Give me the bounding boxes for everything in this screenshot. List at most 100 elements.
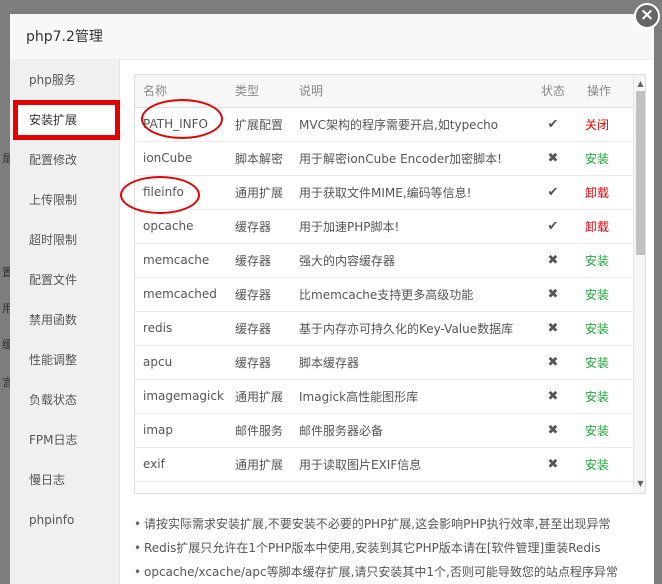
ext-type: 缓存器 <box>227 209 291 244</box>
sidebar-item-label: 负载状态 <box>29 393 78 407</box>
column-header-type: 类型 <box>227 75 291 108</box>
sidebar-item-label: 禁用函数 <box>29 313 78 327</box>
table-row: fileinfo 通用扩展 用于获取文件MIME,编码等信息! ✔ 卸载 <box>135 175 633 210</box>
status-cross-icon: ✖ <box>527 141 579 176</box>
ext-type: 邮件服务 <box>227 413 291 448</box>
ext-name: fileinfo <box>135 175 227 210</box>
sidebar-item-label: 配置文件 <box>29 273 78 287</box>
sidebar-item-timeout-limit[interactable]: 超时限制 <box>10 220 119 260</box>
uninstall-button[interactable]: 卸载 <box>585 220 609 234</box>
ext-desc: 基于内存亦可持久化的Key-Value数据库 <box>291 311 527 346</box>
ext-type: 缓存器 <box>227 277 291 312</box>
table-row: imap 邮件服务 邮件服务器必备 ✖ 安装 <box>135 413 633 448</box>
ext-name: memcached <box>135 277 227 312</box>
sidebar-item-performance[interactable]: 性能调整 <box>10 340 119 380</box>
sidebar-item-label: 上传限制 <box>29 193 78 207</box>
modal-header: php7.2管理 <box>10 14 654 60</box>
tip-item: Redis扩展只允许在1个PHP版本中使用,安装到其它PHP版本请在[软件管理]… <box>134 536 646 560</box>
table-row: ionCube 脚本解密 用于解密ionCube Encoder加密脚本! ✖ … <box>135 141 633 176</box>
ext-type: 缓存器 <box>227 345 291 380</box>
install-button[interactable]: 安装 <box>585 458 609 472</box>
sidebar-item-label: 慢日志 <box>29 473 66 487</box>
column-header-desc: 说明 <box>291 75 527 108</box>
ext-type: 缓存器 <box>227 311 291 346</box>
scroll-up-arrow-icon[interactable]: ▲ <box>634 77 645 91</box>
status-check-icon: ✔ <box>527 175 579 210</box>
sidebar-item-install-extensions[interactable]: 安装扩展 <box>13 100 120 140</box>
extensions-table: 名称 类型 说明 状态 操作 PATH_INFO 扩展配置 MVC架构的程序需要… <box>135 75 633 482</box>
ext-type: 缓存器 <box>227 243 291 278</box>
ext-type: 脚本解密 <box>227 141 291 176</box>
ext-name: memcache <box>135 243 227 278</box>
sidebar-item-slow-log[interactable]: 慢日志 <box>10 460 119 500</box>
column-header-status: 状态 <box>527 75 579 108</box>
sidebar-item-php-service[interactable]: php服务 <box>10 60 119 100</box>
ext-desc: 脚本缓存器 <box>291 345 527 380</box>
sidebar-item-phpinfo[interactable]: phpinfo <box>10 500 119 540</box>
table-row: imagemagick 通用扩展 Imagick高性能图形库 ✖ 安装 <box>135 379 633 414</box>
uninstall-button[interactable]: 卸载 <box>585 186 609 200</box>
sidebar-item-disabled-functions[interactable]: 禁用函数 <box>10 300 119 340</box>
disable-button[interactable]: 关闭 <box>585 118 609 132</box>
scroll-down-arrow-icon[interactable]: ▼ <box>634 477 645 491</box>
ext-desc: 比memcache支持更多高级功能 <box>291 277 527 312</box>
ext-desc: 用于解密ionCube Encoder加密脚本! <box>291 141 527 176</box>
table-row: PATH_INFO 扩展配置 MVC架构的程序需要开启,如typecho ✔ 关… <box>135 107 633 142</box>
status-cross-icon: ✖ <box>527 413 579 448</box>
sidebar-item-label: 配置修改 <box>29 153 78 167</box>
sidebar-item-config-file[interactable]: 配置文件 <box>10 260 119 300</box>
ext-name: apcu <box>135 345 227 380</box>
table-row: memcache 缓存器 强大的内容缓存器 ✖ 安装 <box>135 243 633 278</box>
sidebar-item-label: 性能调整 <box>29 353 78 367</box>
status-cross-icon: ✖ <box>527 311 579 346</box>
install-button[interactable]: 安装 <box>585 322 609 336</box>
ext-name: exif <box>135 447 227 482</box>
tip-item: 请按实际需求安装扩展,不要安装不必要的PHP扩展,这会影响PHP执行效率,甚至出… <box>134 512 646 536</box>
status-check-icon: ✔ <box>527 107 579 142</box>
install-button[interactable]: 安装 <box>585 152 609 166</box>
table-row: redis 缓存器 基于内存亦可持久化的Key-Value数据库 ✖ 安装 <box>135 311 633 346</box>
php-manager-modal: php7.2管理 php服务 安装扩展 配置修改 上传限制 超时限制 配置文件 … <box>10 14 654 584</box>
modal-title: php7.2管理 <box>26 29 103 45</box>
ext-type: 通用扩展 <box>227 175 291 210</box>
ext-desc: Imagick高性能图形库 <box>291 379 527 414</box>
ext-name: imap <box>135 413 227 448</box>
sidebar-item-label: FPM日志 <box>29 433 78 447</box>
ext-name: opcache <box>135 209 227 244</box>
ext-desc: 用于加速PHP脚本! <box>291 209 527 244</box>
sidebar-item-fpm-log[interactable]: FPM日志 <box>10 420 119 460</box>
sidebar-item-load-status[interactable]: 负载状态 <box>10 380 119 420</box>
sidebar-item-config-edit[interactable]: 配置修改 <box>10 140 119 180</box>
status-cross-icon: ✖ <box>527 447 579 482</box>
table-row: apcu 缓存器 脚本缓存器 ✖ 安装 <box>135 345 633 380</box>
status-cross-icon: ✖ <box>527 345 579 380</box>
status-cross-icon: ✖ <box>527 243 579 278</box>
extensions-table-container[interactable]: 名称 类型 说明 状态 操作 PATH_INFO 扩展配置 MVC架构的程序需要… <box>134 74 646 494</box>
status-check-icon: ✔ <box>527 209 579 244</box>
close-icon: × <box>639 5 655 25</box>
table-row: memcached 缓存器 比memcache支持更多高级功能 ✖ 安装 <box>135 277 633 312</box>
table-header-row: 名称 类型 说明 状态 操作 <box>135 75 633 108</box>
sidebar-item-label: php服务 <box>29 73 76 87</box>
ext-desc: 用于读取图片EXIF信息 <box>291 447 527 482</box>
ext-name: redis <box>135 311 227 346</box>
sidebar-item-upload-limit[interactable]: 上传限制 <box>10 180 119 220</box>
install-button[interactable]: 安装 <box>585 288 609 302</box>
table-scrollbar[interactable]: ▲ ▼ <box>633 75 645 493</box>
column-header-op: 操作 <box>579 75 633 108</box>
install-button[interactable]: 安装 <box>585 424 609 438</box>
tips-list: 请按实际需求安装扩展,不要安装不必要的PHP扩展,这会影响PHP执行效率,甚至出… <box>134 512 646 584</box>
status-cross-icon: ✖ <box>527 277 579 312</box>
scrollbar-thumb[interactable] <box>636 91 645 255</box>
install-button[interactable]: 安装 <box>585 356 609 370</box>
sidebar-item-label: 安装扩展 <box>29 113 78 127</box>
ext-desc: 强大的内容缓存器 <box>291 243 527 278</box>
ext-name: imagemagick <box>135 379 227 414</box>
install-button[interactable]: 安装 <box>585 254 609 268</box>
ext-name: PATH_INFO <box>135 107 227 142</box>
install-button[interactable]: 安装 <box>585 390 609 404</box>
column-header-name: 名称 <box>135 75 227 108</box>
ext-type: 通用扩展 <box>227 447 291 482</box>
sidebar-item-label: 超时限制 <box>29 233 78 247</box>
close-button[interactable]: × <box>634 3 660 29</box>
